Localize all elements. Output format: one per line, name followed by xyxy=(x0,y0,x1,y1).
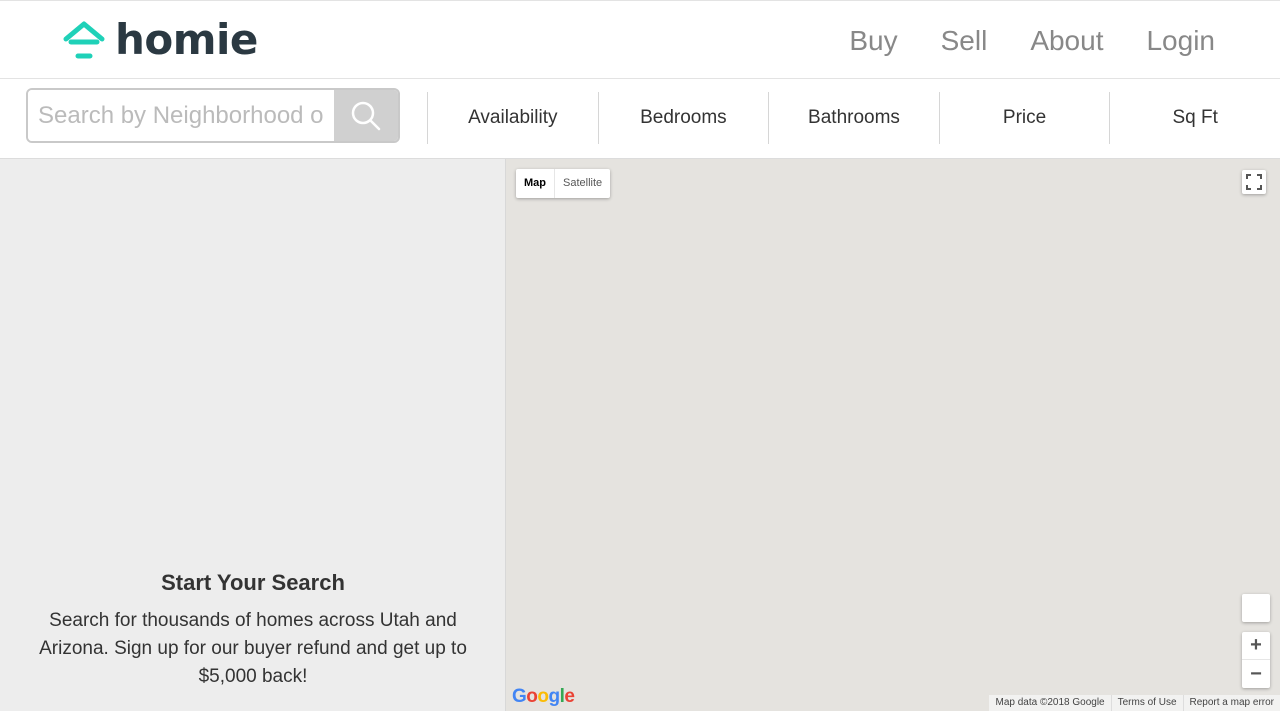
map-attribution: Map data ©2018 Google Terms of Use Repor… xyxy=(989,695,1280,711)
filter-bedrooms[interactable]: Bedrooms xyxy=(597,92,769,144)
top-header: homie Buy Sell About Login xyxy=(0,0,1280,79)
fullscreen-button[interactable] xyxy=(1242,170,1266,194)
brand-name: homie xyxy=(115,15,258,64)
map-type-satellite-button[interactable]: Satellite xyxy=(554,169,610,198)
zoom-control: + − xyxy=(1242,632,1270,688)
map-data-credit: Map data ©2018 Google xyxy=(995,697,1105,708)
start-search-description: Search for thousands of homes across Uta… xyxy=(39,610,467,687)
filter-list: Availability Bedrooms Bathrooms Price Sq… xyxy=(427,92,1280,144)
zoom-in-button[interactable]: + xyxy=(1242,632,1270,660)
search-icon xyxy=(351,101,381,130)
homie-logo[interactable]: homie xyxy=(63,15,258,65)
map-type-control: Map Satellite xyxy=(516,169,611,198)
main-nav: Buy Sell About Login xyxy=(806,19,1215,63)
google-logo[interactable]: Google xyxy=(512,686,575,708)
search-button[interactable] xyxy=(334,90,398,141)
results-panel: Start Your Search Search for thousands o… xyxy=(0,159,506,711)
map-view[interactable]: Map Satellite + − Google Map data ©2018 … xyxy=(506,159,1280,711)
nav-sell-link[interactable]: Sell xyxy=(941,19,988,63)
search-input[interactable] xyxy=(28,90,334,141)
fullscreen-icon xyxy=(1246,174,1262,190)
nav-buy-link[interactable]: Buy xyxy=(849,19,897,63)
filter-bar: Availability Bedrooms Bathrooms Price Sq… xyxy=(0,79,1280,159)
nav-login-link[interactable]: Login xyxy=(1146,19,1215,63)
house-logo-icon xyxy=(63,21,105,59)
filter-bathrooms[interactable]: Bathrooms xyxy=(768,92,939,144)
filter-sqft[interactable]: Sq Ft xyxy=(1109,92,1280,144)
search-box xyxy=(26,88,400,143)
report-map-error-link[interactable]: Report a map error xyxy=(1182,695,1280,711)
filter-price[interactable]: Price xyxy=(938,92,1110,144)
filter-availability[interactable]: Availability xyxy=(427,92,598,144)
nav-about-link[interactable]: About xyxy=(1030,19,1103,63)
zoom-out-button[interactable]: − xyxy=(1242,660,1270,688)
terms-of-use-link[interactable]: Terms of Use xyxy=(1110,695,1183,711)
map-type-map-button[interactable]: Map xyxy=(516,169,554,198)
street-view-pegman-button[interactable] xyxy=(1242,594,1270,622)
start-search-title: Start Your Search xyxy=(161,570,345,595)
